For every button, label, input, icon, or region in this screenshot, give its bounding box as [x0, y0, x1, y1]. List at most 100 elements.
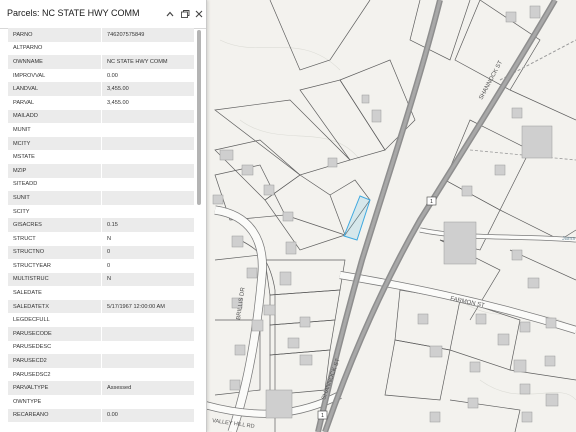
attribute-row: MCITY: [8, 136, 194, 151]
attribute-row: MAILADD: [8, 109, 194, 124]
close-icon: [195, 10, 203, 18]
attribute-table-container[interactable]: PARNO 746207575849 ALTPARNO OWNNAME NC STATE…: [8, 28, 194, 432]
attribute-row: PARUSEDSC2: [8, 367, 194, 382]
attribute-row: MUNIT: [8, 123, 194, 137]
attribute-key: MAILADD: [8, 109, 102, 124]
attribute-value: [101, 109, 194, 124]
attribute-row: GISACRES 0.15: [8, 218, 194, 232]
attribute-value: [101, 395, 194, 409]
attribute-key: PARUSEDSC2: [8, 367, 102, 382]
attribute-key: PARUSECD2: [8, 354, 102, 368]
attribute-row: STRUCTYEAR 0: [8, 259, 194, 273]
attribute-table: PARNO 746207575849 ALTPARNO OWNNAME NC STATE…: [8, 28, 194, 423]
attribute-value: [101, 41, 194, 56]
attribute-row: PARVAL 3,455.00: [8, 95, 194, 110]
attribute-row: PARUSEDESC: [8, 340, 194, 355]
attribute-key: SCITY: [8, 204, 102, 219]
attribute-key: MULTISTRUC: [8, 272, 102, 287]
dock-button[interactable]: [179, 7, 191, 19]
attribute-row: OWNTYPE: [8, 395, 194, 409]
attribute-row: SUNIT: [8, 191, 194, 205]
attribute-key: PARUSEDESC: [8, 340, 102, 355]
scrollbar-thumb[interactable]: [197, 30, 201, 205]
attribute-key: OWNNAME: [8, 55, 102, 69]
attribute-row: LEGDECFULL: [8, 313, 194, 328]
attribute-key: ALTPARNO: [8, 41, 102, 56]
attribute-key: LANDVAL: [8, 82, 102, 96]
attribute-row: MZIP: [8, 163, 194, 178]
chevron-up-icon: [166, 11, 174, 17]
attribute-row: SCITY: [8, 204, 194, 219]
attribute-value: [101, 340, 194, 355]
attribute-key: MUNIT: [8, 123, 102, 137]
attribute-value: N: [101, 231, 194, 246]
attribute-key: IMPROVVAL: [8, 68, 102, 83]
attribute-key: MSTATE: [8, 150, 102, 164]
attribute-row: MSTATE: [8, 150, 194, 164]
dock-icon: [181, 10, 190, 18]
attribute-value: [101, 327, 194, 341]
attribute-row: STRUCT N: [8, 231, 194, 246]
collapse-button[interactable]: [164, 7, 176, 19]
attribute-key: SALEDATE: [8, 286, 102, 300]
attribute-key: LEGDECFULL: [8, 313, 102, 328]
attribute-value: [101, 191, 194, 205]
attribute-key: GISACRES: [8, 218, 102, 232]
attribute-key: PARUSECODE: [8, 327, 102, 341]
attribute-key: PARVAL: [8, 95, 102, 110]
attribute-key: SITEADD: [8, 177, 102, 192]
attribute-value: [101, 286, 194, 300]
attribute-row: PARUSECODE: [8, 327, 194, 341]
attribute-key: RECAREANO: [8, 408, 102, 423]
attribute-row: PARVALTYPE Assessed: [8, 381, 194, 396]
attribute-value: 0.00: [101, 408, 194, 423]
attribute-value: [101, 177, 194, 192]
attribute-value: 3,455.00: [101, 95, 194, 110]
attribute-row: ALTPARNO: [8, 41, 194, 56]
attribute-value: [101, 123, 194, 137]
attribute-value: [101, 204, 194, 219]
attribute-row: SALEDATETX 5/17/1967 12:00:00 AM: [8, 299, 194, 314]
close-button[interactable]: [193, 7, 205, 19]
attribute-row: PARUSECD2: [8, 354, 194, 368]
attribute-row: SALEDATE: [8, 286, 194, 300]
attribute-key: SALEDATETX: [8, 299, 102, 314]
feature-popup: Parcels: NC STATE HWY COMM PARNO 74620757…: [0, 0, 207, 432]
attribute-value: N: [101, 272, 194, 287]
attribute-value: 3,455.00: [101, 82, 194, 96]
attribute-value: [101, 354, 194, 368]
attribute-value: [101, 163, 194, 178]
attribute-value: 0.00: [101, 68, 194, 83]
attribute-value: 0: [101, 245, 194, 260]
attribute-value: 0: [101, 259, 194, 273]
attribute-value: [101, 367, 194, 382]
svg-text:1: 1: [321, 413, 324, 419]
attribute-value: [101, 150, 194, 164]
attribute-value: NC STATE HWY COMM: [101, 55, 194, 69]
attribute-key: STRUCTNO: [8, 245, 102, 260]
attribute-row: RECAREANO 0.00: [8, 408, 194, 423]
attribute-value: [101, 313, 194, 328]
road-label-jams: Jams: [562, 236, 575, 242]
attribute-key: OWNTYPE: [8, 395, 102, 409]
attribute-key: PARVALTYPE: [8, 381, 102, 396]
attribute-key: SUNIT: [8, 191, 102, 205]
attribute-key: STRUCT: [8, 231, 102, 246]
attribute-value: Assessed: [101, 381, 194, 396]
popup-title: Parcels: NC STATE HWY COMM: [7, 8, 140, 18]
attribute-value: 5/17/1967 12:00:00 AM: [101, 299, 194, 314]
attribute-row: LANDVAL 3,455.00: [8, 82, 194, 96]
attribute-key: MZIP: [8, 163, 102, 178]
attribute-key: PARNO: [8, 28, 102, 42]
attribute-row: PARNO 746207575849: [8, 28, 194, 42]
attribute-row: MULTISTRUC N: [8, 272, 194, 287]
attribute-value: 746207575849: [101, 28, 194, 42]
attribute-row: OWNNAME NC STATE HWY COMM: [8, 55, 194, 69]
attribute-row: IMPROVVAL 0.00: [8, 68, 194, 83]
svg-text:1: 1: [430, 199, 433, 205]
attribute-row: SITEADD: [8, 177, 194, 192]
attribute-row: STRUCTNO 0: [8, 245, 194, 260]
attribute-value: [101, 136, 194, 151]
attribute-key: STRUCTYEAR: [8, 259, 102, 273]
popup-header: Parcels: NC STATE HWY COMM: [0, 0, 206, 29]
